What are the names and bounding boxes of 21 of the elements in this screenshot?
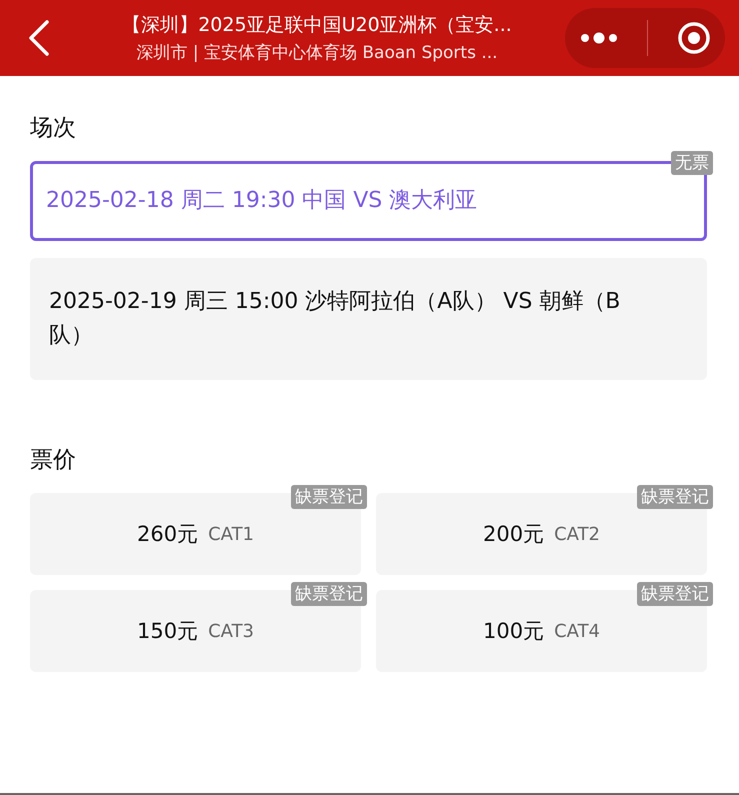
session-option[interactable]: 2025-02-19 周三 15:00 沙特阿拉伯（A队） VS 朝鲜（B队） (30, 258, 707, 380)
back-icon[interactable] (28, 20, 50, 56)
status-badge: 缺票登记 (637, 582, 713, 606)
price-category: CAT4 (554, 620, 600, 642)
venue-subtitle: 深圳市 | 宝安体育中心体育场 Baoan Sports ... (135, 42, 499, 64)
status-badge: 无票 (671, 151, 713, 175)
more-icon[interactable] (580, 32, 618, 44)
price-category: CAT2 (554, 524, 600, 544)
price-value: 100元 (482, 618, 544, 645)
status-badge: 缺票登记 (637, 485, 713, 509)
price-value: 260元 (136, 521, 198, 548)
section-heading: 场次 (30, 114, 77, 143)
section-heading: 票价 (30, 446, 77, 475)
price-category: CAT1 (208, 524, 254, 544)
price-value: 200元 (482, 521, 544, 548)
page-title: 【深圳】2025亚足联中国U20亚洲杯（宝安... (121, 13, 513, 38)
price-category: CAT3 (208, 620, 254, 642)
close-icon[interactable] (676, 21, 710, 55)
status-badge: 缺票登记 (291, 485, 367, 509)
price-value: 150元 (136, 618, 198, 645)
status-badge: 缺票登记 (291, 582, 367, 606)
